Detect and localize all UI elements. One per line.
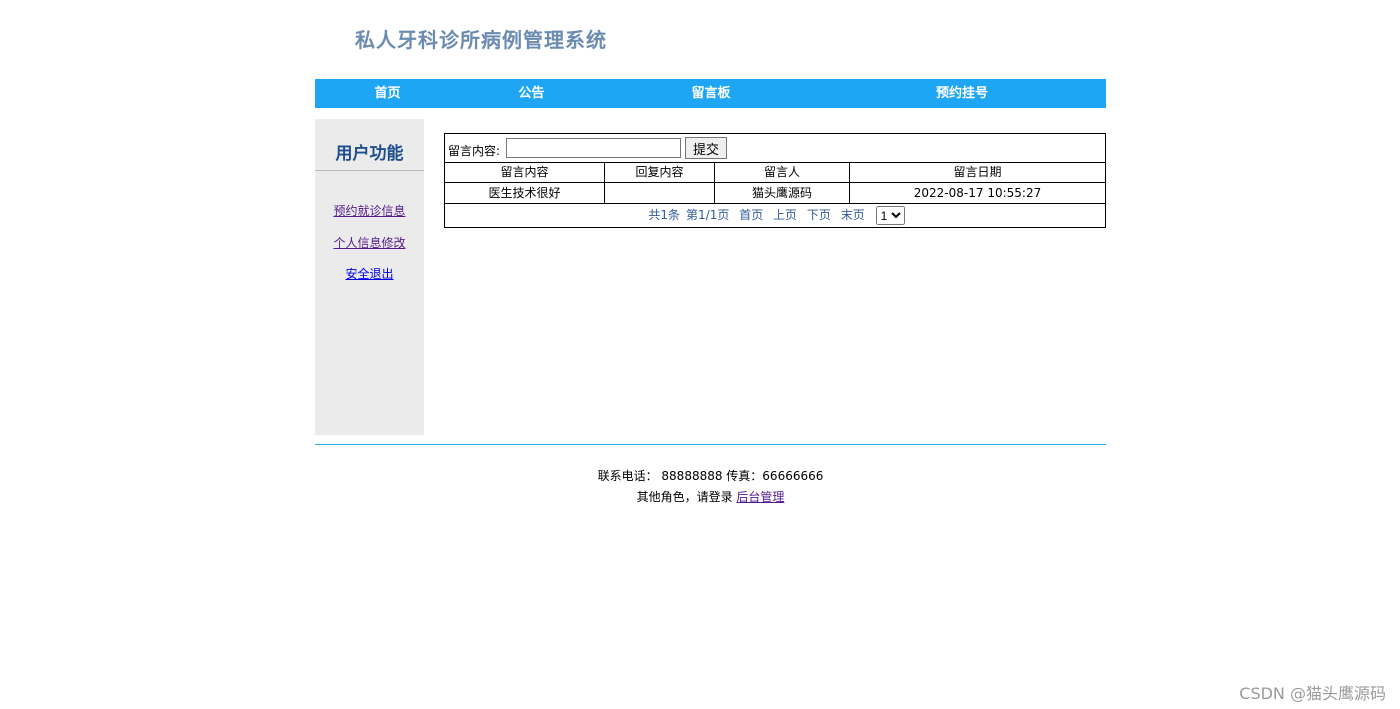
- sidebar-item-logout[interactable]: 安全退出: [315, 265, 424, 282]
- pager-last-link[interactable]: 末页: [841, 208, 865, 222]
- sidebar-item-appointment-info[interactable]: 预约就诊信息: [315, 202, 424, 219]
- sidebar-divider: [315, 170, 424, 171]
- sidebar-item-edit-profile[interactable]: 个人信息修改: [315, 234, 424, 251]
- header-author: 留言人: [715, 162, 850, 182]
- header-message-content: 留言内容: [445, 162, 605, 182]
- cell-message-content: 医生技术很好: [445, 183, 605, 203]
- pager-prev-link[interactable]: 上页: [773, 208, 797, 222]
- message-board-table: 留言内容: 提交 留言内容 回复内容 留言人 留言日期 医生技术很好 猫头鹰源码…: [444, 133, 1106, 228]
- table-row: 医生技术很好 猫头鹰源码 2022-08-17 10:55:27: [445, 183, 1105, 204]
- footer-login-prompt: 其他角色，请登录: [636, 490, 733, 504]
- site-title: 私人牙科诊所病例管理系统: [355, 28, 607, 52]
- header-reply-content: 回复内容: [605, 162, 715, 182]
- csdn-watermark: CSDN @猫头鹰源码: [1239, 684, 1386, 703]
- cell-author: 猫头鹰源码: [715, 183, 850, 203]
- pager-first-link[interactable]: 首页: [739, 208, 763, 222]
- pagination: 共1条 第1/1页 首页 上页 下页 末页 1: [445, 204, 1105, 227]
- nav-message-board[interactable]: 留言板: [681, 79, 741, 108]
- main-nav: 首页 公告 留言板 预约挂号: [315, 79, 1106, 108]
- message-input-label: 留言内容:: [448, 144, 501, 158]
- header-date: 留言日期: [953, 165, 1002, 179]
- message-form: 留言内容: 提交: [445, 134, 1105, 163]
- footer-divider: [315, 444, 1106, 445]
- footer-contact: 联系电话： 88888888 传真：66666666: [597, 469, 824, 483]
- cell-reply-content: [605, 183, 715, 203]
- pager-next-link[interactable]: 下页: [807, 208, 831, 222]
- nav-appointment[interactable]: 预约挂号: [929, 79, 995, 108]
- pager-total: 共1条: [648, 208, 681, 222]
- nav-announcements[interactable]: 公告: [509, 79, 554, 108]
- submit-button[interactable]: 提交: [685, 137, 727, 159]
- admin-login-link[interactable]: 后台管理: [736, 490, 784, 504]
- sidebar-title: 用户功能: [335, 144, 404, 164]
- cell-date: 2022-08-17 10:55:27: [913, 186, 1042, 200]
- sidebar: 用户功能 预约就诊信息 个人信息修改 安全退出: [315, 119, 424, 435]
- nav-home[interactable]: 首页: [365, 79, 410, 108]
- page-select[interactable]: 1: [875, 206, 905, 225]
- pager-page-info: 第1/1页: [686, 208, 730, 222]
- footer-login-line: 其他角色，请登录 后台管理: [315, 488, 1106, 505]
- message-input[interactable]: [506, 138, 681, 158]
- table-header-row: 留言内容 回复内容 留言人 留言日期: [445, 162, 1105, 183]
